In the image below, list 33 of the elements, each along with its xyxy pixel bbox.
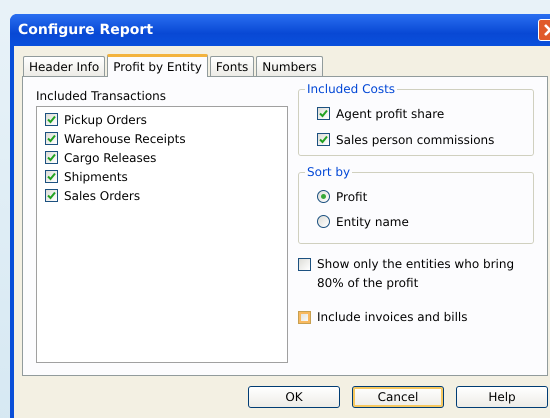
group-label: Included Transactions bbox=[36, 89, 168, 103]
tab[interactable]: Profit by Entity bbox=[107, 54, 208, 77]
window-title: Configure Report bbox=[18, 22, 154, 38]
checkbox-label: Sales Orders bbox=[64, 188, 140, 202]
checkbox-label: Pickup Orders bbox=[64, 112, 147, 126]
tab[interactable]: Fonts bbox=[210, 56, 254, 76]
checkbox-label: Sales person commissions bbox=[336, 132, 494, 146]
tab[interactable]: Header Info bbox=[23, 56, 106, 76]
radio-label: Profit bbox=[336, 190, 368, 204]
checkbox-label: Cargo Releases bbox=[64, 150, 156, 164]
checkbox[interactable] bbox=[45, 113, 58, 126]
checkbox-label: Shipments bbox=[64, 170, 128, 184]
checkbox[interactable] bbox=[45, 151, 58, 164]
checkbox[interactable] bbox=[298, 258, 311, 271]
group-title: Sort by bbox=[305, 165, 352, 179]
tab[interactable]: Numbers bbox=[256, 56, 323, 76]
checkbox[interactable] bbox=[45, 132, 58, 145]
checkbox[interactable] bbox=[317, 107, 330, 120]
checkbox-label: Agent profit share bbox=[336, 106, 444, 120]
checkbox[interactable] bbox=[317, 133, 330, 146]
radio-button[interactable] bbox=[317, 190, 330, 203]
checkbox[interactable] bbox=[298, 311, 311, 324]
dialog-button[interactable]: Cancel bbox=[352, 386, 444, 408]
checkbox-label: Warehouse Receipts bbox=[64, 132, 186, 146]
radio-label: Entity name bbox=[336, 214, 409, 228]
radio-button[interactable] bbox=[317, 215, 330, 228]
group-title: Included Costs bbox=[305, 82, 398, 96]
dialog-button[interactable]: Help bbox=[456, 386, 548, 408]
checkbox-label: Show only the entities who bring 80% of the profit bbox=[317, 256, 516, 292]
checkbox[interactable] bbox=[45, 170, 58, 183]
dialog-button[interactable]: OK bbox=[248, 386, 340, 408]
checkbox-label: Include invoices and bills bbox=[317, 309, 469, 326]
checkbox[interactable] bbox=[45, 189, 58, 202]
